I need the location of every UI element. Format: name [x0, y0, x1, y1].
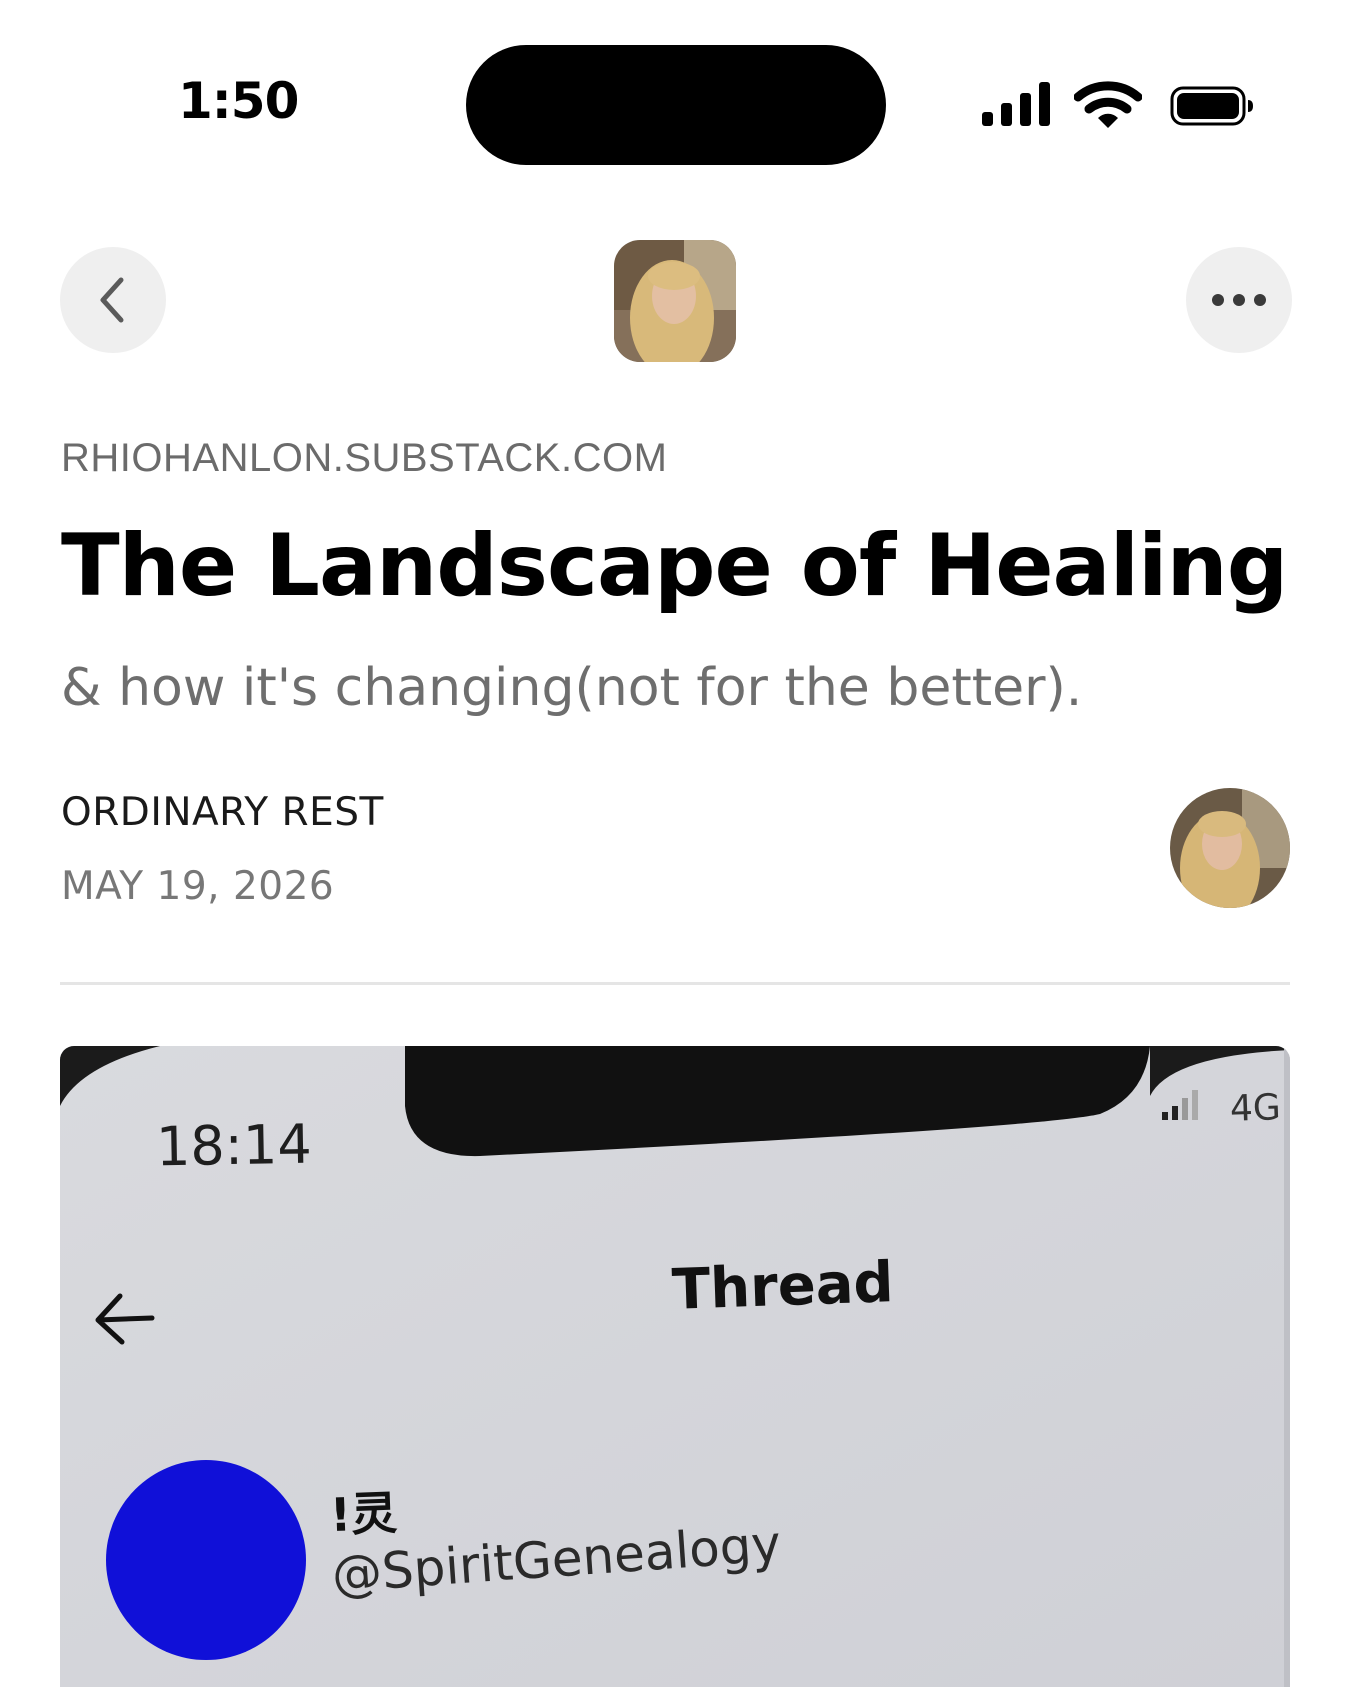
embed-user-avatar — [106, 1460, 306, 1660]
more-options-button[interactable] — [1186, 247, 1292, 353]
signal-icon — [982, 82, 1050, 126]
arrow-left-icon — [95, 1293, 155, 1345]
ellipsis-icon — [1212, 294, 1266, 306]
back-button[interactable] — [60, 247, 166, 353]
author-name[interactable]: ORDINARY REST — [61, 790, 384, 835]
publication-domain[interactable]: RHIOHANLON.SUBSTACK.COM — [61, 436, 667, 481]
embed-screen-title: Thread — [670, 1250, 895, 1323]
article-image[interactable]: 18:14 4G Thread !灵 @SpiritGenealogy — [60, 1046, 1290, 1687]
status-time: 1:50 — [178, 72, 299, 130]
publish-date: MAY 19, 2026 — [61, 864, 335, 909]
wifi-icon — [1074, 81, 1142, 128]
battery-icon — [1170, 86, 1253, 126]
chevron-left-icon — [100, 277, 124, 323]
divider — [60, 982, 1290, 985]
embed-status-time: 18:14 — [155, 1112, 313, 1179]
embed-user-name: !灵 — [329, 1485, 399, 1543]
article-title: The Landscape of Healing — [61, 516, 1288, 616]
publication-logo[interactable] — [614, 240, 736, 362]
article-subtitle: & how it's changing(not for the better). — [61, 658, 1083, 718]
dynamic-island — [466, 45, 886, 165]
embed-network: 4G — [1229, 1087, 1282, 1130]
author-avatar[interactable] — [1170, 788, 1290, 908]
